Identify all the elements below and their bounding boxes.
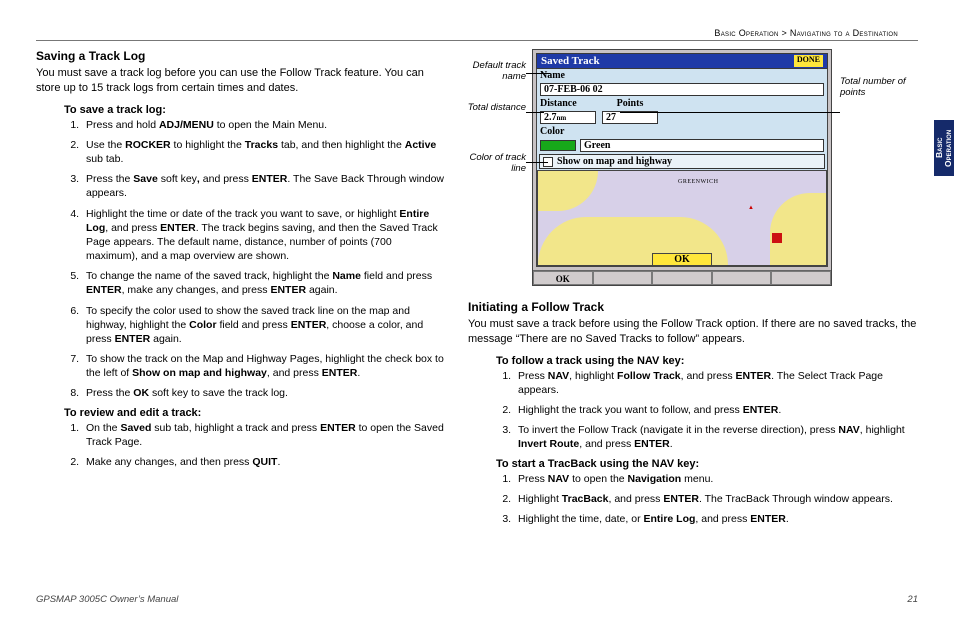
distance-field[interactable]: 2.7nm xyxy=(540,111,596,124)
breadcrumb: Basic Operation > Navigating to a Destin… xyxy=(36,28,918,38)
footer-page: 21 xyxy=(907,594,918,605)
list-item: Highlight TracBack, and press ENTER. The… xyxy=(514,492,918,506)
callout-color-line: Color of track line xyxy=(462,153,526,175)
list-item: Make any changes, and then press QUIT. xyxy=(82,455,446,469)
left-column: Saving a Track Log You must save a track… xyxy=(36,49,446,532)
intro-para: You must save a track log before you can… xyxy=(36,66,446,96)
ok-map-button[interactable]: OK xyxy=(652,253,712,266)
show-label: Show on map and highway xyxy=(557,156,672,167)
map-preview: GREENWICH ▲ OK xyxy=(537,170,827,266)
list-item: Highlight the time or date of the track … xyxy=(82,207,446,264)
footer: GPSMAP 3005C Owner’s Manual 21 xyxy=(36,594,918,605)
points-label: Points xyxy=(617,98,644,109)
distance-label: Distance xyxy=(540,98,577,109)
list-item: To show the track on the Map and Highway… xyxy=(82,352,446,380)
device-screenshot: Saved Track DONE Name 07-FEB-06 02 Dista… xyxy=(532,49,832,286)
list-item: Press NAV, highlight Follow Track, and p… xyxy=(514,369,918,397)
callout-default-name: Default track name xyxy=(462,61,526,83)
section-title-saving: Saving a Track Log xyxy=(36,49,446,63)
footer-manual: GPSMAP 3005C Owner’s Manual xyxy=(36,594,178,605)
follow-steps: Press NAV, highlight Follow Track, and p… xyxy=(514,369,918,452)
list-item: Use the ROCKER to highlight the Tracks t… xyxy=(82,138,446,166)
list-item: To change the name of the saved track, h… xyxy=(82,269,446,297)
list-item: Highlight the track you want to follow, … xyxy=(514,403,918,417)
callout-total-points: Total number of points xyxy=(840,77,910,99)
list-item: Press the Save soft key, and press ENTER… xyxy=(82,172,446,200)
callout-total-distance: Total distance xyxy=(462,103,526,114)
subhead-review: To review and edit a track: xyxy=(64,407,446,419)
done-badge: DONE xyxy=(794,55,823,67)
color-label: Color xyxy=(540,126,564,137)
list-item: To invert the Follow Track (navigate it … xyxy=(514,423,918,451)
softkey-bar: OK xyxy=(533,270,831,285)
list-item: On the Saved sub tab, highlight a track … xyxy=(82,421,446,449)
list-item: Highlight the time, date, or Entire Log,… xyxy=(514,512,918,526)
name-field[interactable]: 07-FEB-06 02 xyxy=(540,83,824,96)
softkey-ok[interactable]: OK xyxy=(533,271,593,285)
right-column: Default track name Total distance Color … xyxy=(468,49,918,532)
side-tab: Basic Operation xyxy=(934,120,954,176)
subhead-tracback: To start a TracBack using the NAV key: xyxy=(496,458,918,470)
list-item: Press the OK soft key to save the track … xyxy=(82,386,446,400)
tracback-steps: Press NAV to open the Navigation menu. Hi… xyxy=(514,472,918,527)
list-item: Press and hold ADJ/MENU to open the Main… xyxy=(82,118,446,132)
figure: Default track name Total distance Color … xyxy=(468,49,918,286)
subhead-follow: To follow a track using the NAV key: xyxy=(496,355,918,367)
follow-intro: You must save a track before using the F… xyxy=(468,317,918,347)
screen-title-text: Saved Track xyxy=(541,55,600,67)
save-steps: Press and hold ADJ/MENU to open the Main… xyxy=(82,118,446,401)
map-label-greenwich: GREENWICH xyxy=(678,179,719,185)
color-field[interactable]: Green xyxy=(580,139,824,152)
list-item: To specify the color used to show the sa… xyxy=(82,304,446,347)
header-rule xyxy=(36,40,918,41)
name-label: Name xyxy=(540,70,565,81)
list-item: Press NAV to open the Navigation menu. xyxy=(514,472,918,486)
subhead-save: To save a track log: xyxy=(64,104,446,116)
section-title-follow: Initiating a Follow Track xyxy=(468,300,918,314)
review-steps: On the Saved sub tab, highlight a track … xyxy=(82,421,446,470)
breadcrumb-section: Basic Operation xyxy=(714,28,778,38)
breadcrumb-subsection: Navigating to a Destination xyxy=(790,28,898,38)
screen-titlebar: Saved Track DONE xyxy=(536,53,828,69)
color-swatch[interactable] xyxy=(540,140,576,151)
